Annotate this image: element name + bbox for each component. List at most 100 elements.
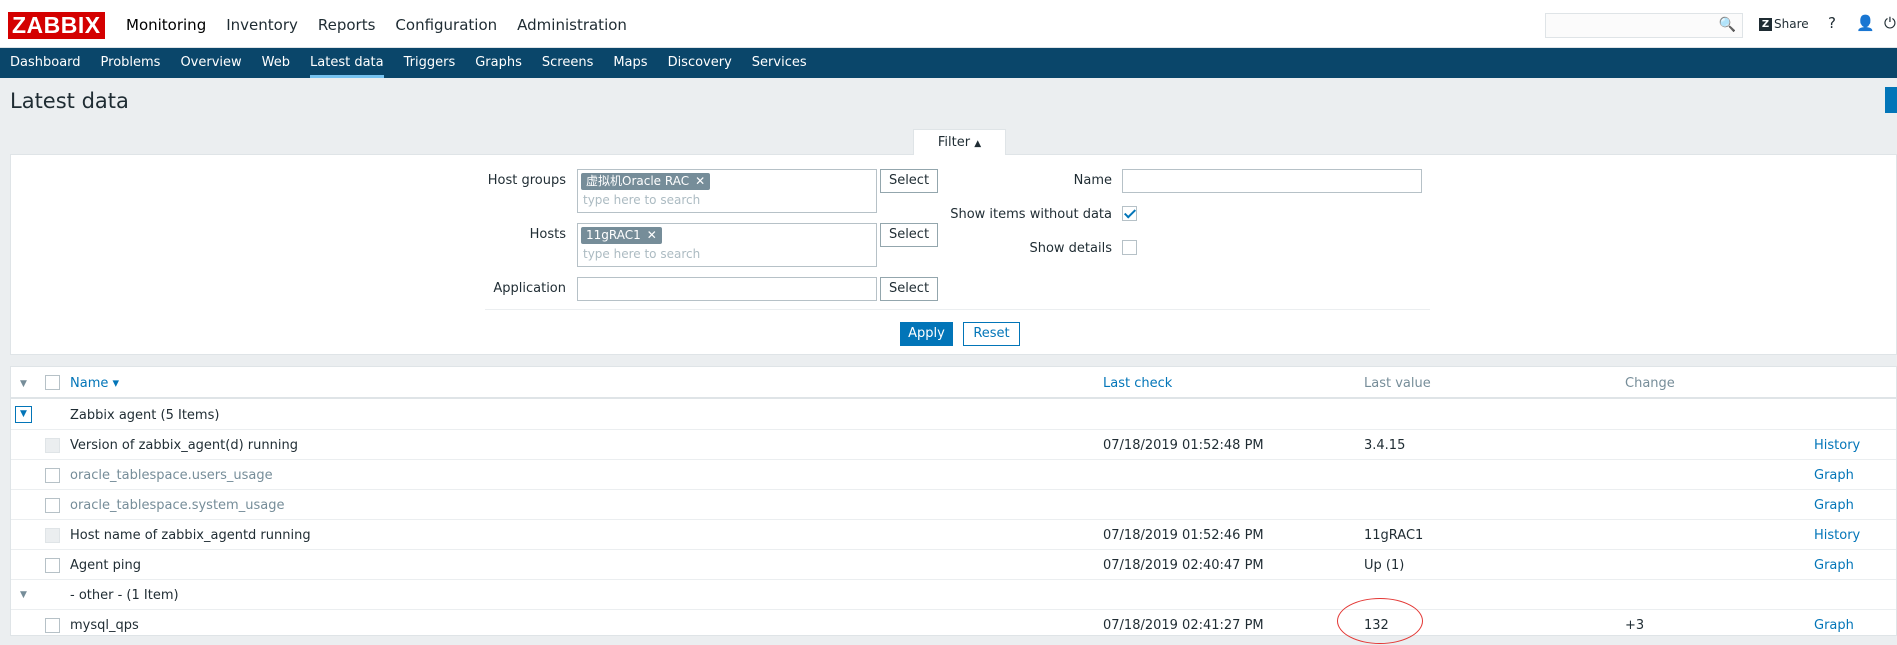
hosts-multiselect[interactable]: 11gRAC1 ✕ type here to search (577, 223, 877, 267)
group-title: - other - (70, 588, 123, 603)
column-name[interactable]: Name ▾ (70, 376, 119, 391)
item-name: Host name of zabbix_agentd running (70, 528, 311, 543)
menu-administration[interactable]: Administration (507, 0, 637, 48)
user-profile-icon[interactable]: 👤 (1856, 14, 1875, 32)
show-items-without-data-checkbox[interactable] (1122, 206, 1137, 221)
item-last-check: 07/18/2019 02:41:27 PM (1103, 618, 1264, 633)
item-graph-link[interactable]: Graph (1814, 468, 1854, 483)
filter-tab[interactable]: Filter ▲ (913, 129, 1006, 155)
latest-data-table: ▼ Name ▾ Last check Last value Change ▼ … (10, 366, 1897, 636)
item-history-link[interactable]: History (1814, 438, 1860, 453)
top-header: ZABBIX Monitoring Inventory Reports Conf… (0, 0, 1897, 48)
remove-tag-icon[interactable]: ✕ (647, 228, 657, 242)
item-last-check: 07/18/2019 01:52:46 PM (1103, 528, 1264, 543)
menu-inventory[interactable]: Inventory (216, 0, 308, 48)
row-checkbox[interactable] (45, 618, 60, 633)
host-groups-select-button[interactable]: Select (880, 169, 938, 193)
chevron-up-icon: ▲ (974, 139, 982, 149)
host-groups-search-placeholder: type here to search (583, 193, 701, 207)
table-row: Version of zabbix_agent(d) running 07/18… (11, 430, 1896, 460)
item-change: +3 (1625, 618, 1645, 633)
table-row: oracle_tablespace.users_usage Graph (11, 460, 1896, 490)
global-search-input[interactable]: 🔍 (1545, 13, 1743, 38)
show-items-without-data-label: Show items without data (950, 207, 1112, 222)
menu-reports[interactable]: Reports (308, 0, 386, 48)
table-row: Agent ping 07/18/2019 02:40:47 PM Up (1)… (11, 550, 1896, 580)
item-name: Agent ping (70, 558, 141, 573)
collapse-group-icon[interactable]: ▼ (15, 406, 32, 423)
submenu-triggers[interactable]: Triggers (394, 48, 466, 78)
host-group-tag: 虚拟机Oracle RAC ✕ (581, 173, 711, 190)
submenu-problems[interactable]: Problems (91, 48, 171, 78)
submenu-graphs[interactable]: Graphs (465, 48, 532, 78)
filter-tab-label: Filter (937, 135, 971, 150)
item-last-check: 07/18/2019 02:40:47 PM (1103, 558, 1264, 573)
table-row: mysql_qps 07/18/2019 02:41:27 PM 132 +3 … (11, 610, 1896, 640)
show-details-checkbox[interactable] (1122, 240, 1137, 255)
table-row: Host name of zabbix_agentd running 07/18… (11, 520, 1896, 550)
row-checkbox[interactable] (45, 528, 60, 543)
item-history-link[interactable]: History (1814, 528, 1860, 543)
zabbix-logo[interactable]: ZABBIX (8, 12, 105, 39)
application-input[interactable] (577, 277, 877, 301)
application-label: Application (493, 281, 566, 296)
name-input[interactable] (1122, 169, 1422, 193)
search-icon[interactable]: 🔍 (1719, 17, 1736, 33)
sign-out-icon[interactable]: ⏻ (1884, 14, 1896, 32)
row-checkbox[interactable] (45, 468, 60, 483)
submenu-web[interactable]: Web (252, 48, 300, 78)
help-icon[interactable]: ? (1828, 14, 1836, 32)
application-select-button[interactable]: Select (880, 277, 938, 301)
fullscreen-button[interactable] (1885, 87, 1897, 113)
group-row-other: ▼ - other - (1 Item) (11, 580, 1896, 610)
name-label: Name (1073, 173, 1112, 188)
submenu-screens[interactable]: Screens (532, 48, 603, 78)
share-label: Share (1774, 17, 1809, 31)
host-tag-label: 11gRAC1 (586, 228, 641, 242)
item-name: oracle_tablespace.system_usage (70, 498, 285, 513)
show-details-label: Show details (1029, 241, 1112, 256)
item-last-value: 11gRAC1 (1364, 528, 1424, 543)
item-name: Version of zabbix_agent(d) running (70, 438, 298, 453)
apply-button[interactable]: Apply (900, 322, 953, 346)
table-row: oracle_tablespace.system_usage Graph (11, 490, 1896, 520)
submenu-overview[interactable]: Overview (170, 48, 251, 78)
submenu-maps[interactable]: Maps (603, 48, 657, 78)
expand-all-icon[interactable]: ▼ (20, 379, 27, 389)
select-all-checkbox[interactable] (45, 375, 60, 390)
reset-button[interactable]: Reset (963, 322, 1020, 346)
row-checkbox[interactable] (45, 558, 60, 573)
host-groups-multiselect[interactable]: 虚拟机Oracle RAC ✕ type here to search (577, 169, 877, 213)
item-graph-link[interactable]: Graph (1814, 618, 1854, 633)
submenu-dashboard[interactable]: Dashboard (0, 48, 91, 78)
row-checkbox[interactable] (45, 498, 60, 513)
item-last-value: Up (1) (1364, 558, 1405, 573)
menu-configuration[interactable]: Configuration (385, 0, 507, 48)
collapse-group-icon[interactable]: ▼ (20, 590, 27, 600)
table-header: ▼ Name ▾ Last check Last value Change (11, 367, 1896, 399)
group-count: (1 Item) (126, 588, 179, 603)
column-last-value: Last value (1364, 376, 1431, 391)
highlight-annotation-circle (1337, 598, 1423, 644)
group-title: Zabbix agent (70, 408, 157, 423)
submenu-latest-data[interactable]: Latest data (300, 48, 394, 78)
column-last-check[interactable]: Last check (1103, 376, 1172, 391)
item-graph-link[interactable]: Graph (1814, 498, 1854, 513)
item-name: mysql_qps (70, 618, 139, 633)
hosts-search-placeholder: type here to search (583, 247, 701, 261)
share-button[interactable]: Z Share (1759, 15, 1809, 33)
item-last-check: 07/18/2019 01:52:48 PM (1103, 438, 1264, 453)
menu-monitoring[interactable]: Monitoring (116, 0, 216, 48)
column-change: Change (1625, 376, 1675, 391)
group-count: (5 Items) (160, 408, 220, 423)
submenu-services[interactable]: Services (742, 48, 817, 78)
submenu-discovery[interactable]: Discovery (658, 48, 742, 78)
page-title: Latest data (10, 89, 129, 113)
filter-divider (485, 309, 1430, 310)
item-graph-link[interactable]: Graph (1814, 558, 1854, 573)
remove-tag-icon[interactable]: ✕ (695, 174, 705, 188)
host-tag: 11gRAC1 ✕ (581, 227, 662, 244)
hosts-label: Hosts (529, 227, 566, 242)
group-row-zabbix-agent: ▼ Zabbix agent (5 Items) (11, 400, 1896, 430)
row-checkbox[interactable] (45, 438, 60, 453)
